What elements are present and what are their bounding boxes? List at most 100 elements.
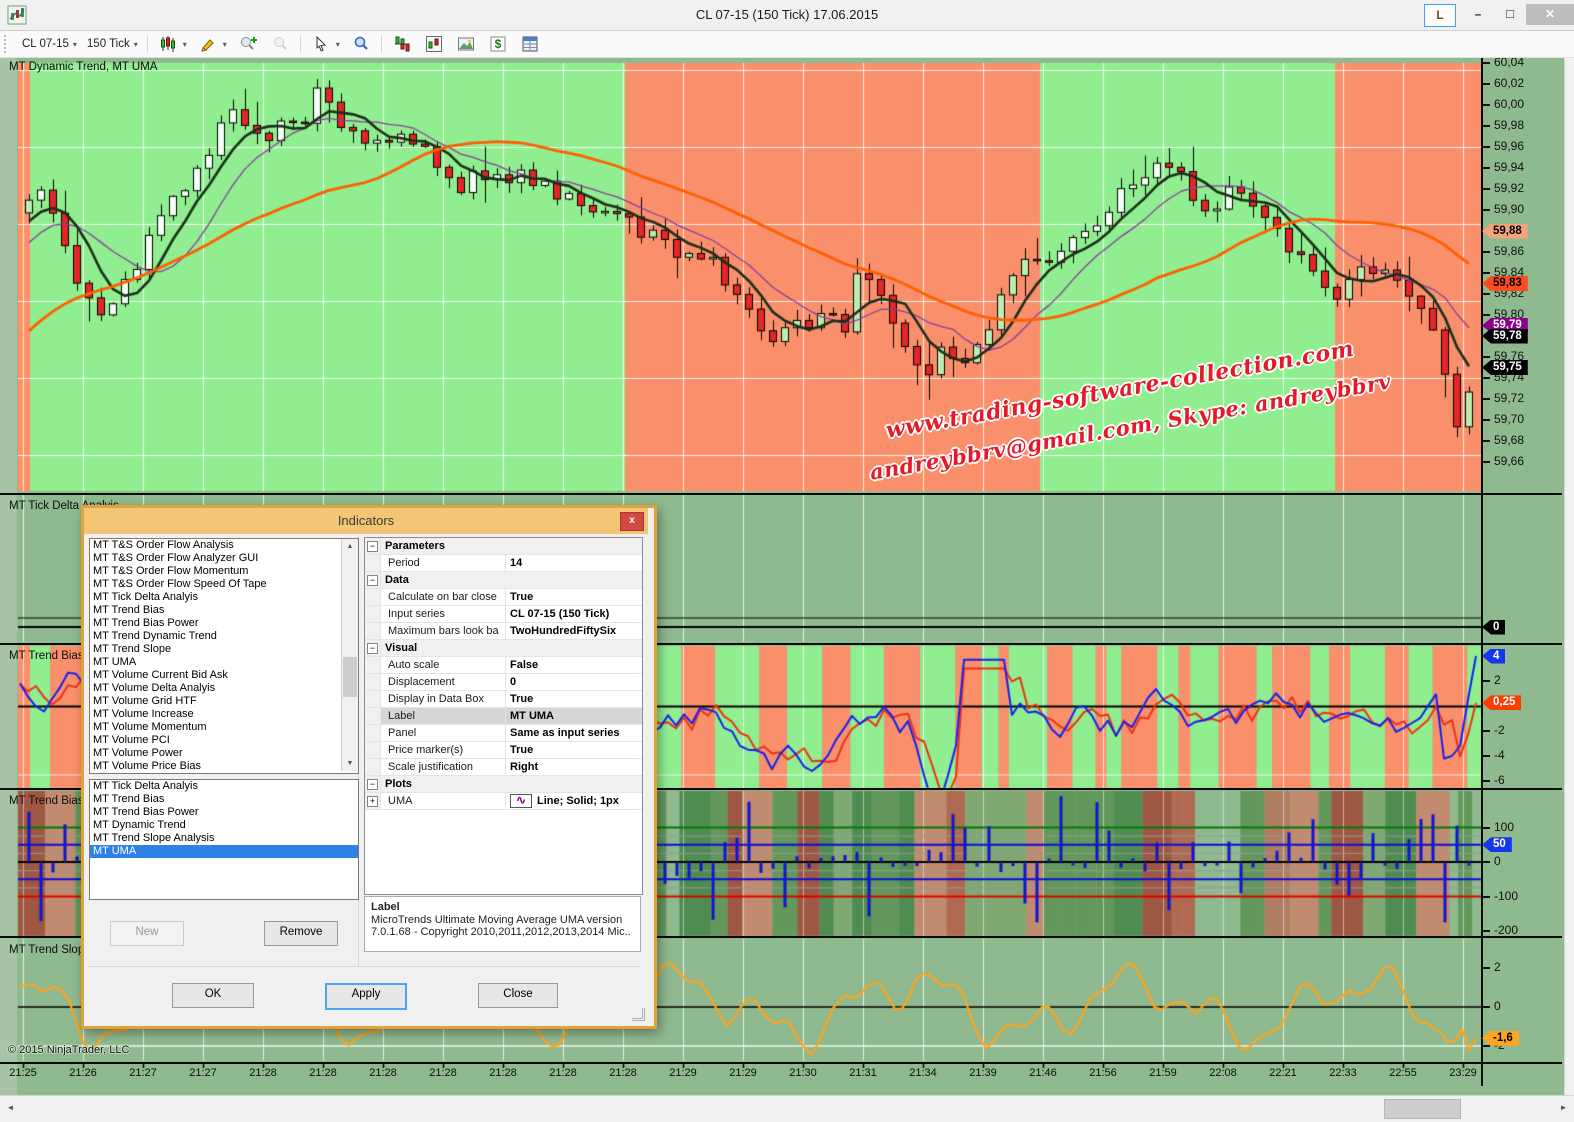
property-value[interactable]: False <box>506 657 642 673</box>
drawing-tools-button[interactable]: ▾ <box>192 33 232 55</box>
grid-section[interactable]: −Data <box>365 572 642 589</box>
list-scrollbar[interactable]: ▲ ▼ <box>341 539 359 771</box>
scrollbar-thumb[interactable] <box>343 657 357 697</box>
vertical-scroll-strip[interactable] <box>1564 57 1574 1095</box>
property-value[interactable]: True <box>506 691 642 707</box>
list-item[interactable]: MT Trend Bias <box>90 793 358 806</box>
property-value[interactable]: True <box>506 589 642 605</box>
resize-grip[interactable] <box>632 1008 645 1021</box>
grid-row[interactable]: Maximum bars look baTwoHundredFiftySix <box>365 623 642 640</box>
list-item[interactable]: MT UMA <box>90 845 358 858</box>
grid-row[interactable]: LabelMT UMA <box>365 708 642 725</box>
grid-row[interactable]: Auto scaleFalse <box>365 657 642 674</box>
scroll-down-arrow[interactable]: ▼ <box>342 756 358 771</box>
list-item[interactable]: MT Volume Delta Analyis <box>90 682 358 695</box>
list-item[interactable]: MT UMA <box>90 656 358 669</box>
maximize-button[interactable]: □ <box>1496 4 1524 25</box>
apply-button[interactable]: Apply <box>325 983 407 1010</box>
configured-indicators-list[interactable]: MT Tick Delta AnalyisMT Trend BiasMT Tre… <box>89 779 359 900</box>
list-item[interactable]: MT Trend Slope <box>90 643 358 656</box>
close-button[interactable]: ✕ <box>1526 4 1574 25</box>
grid-row[interactable]: +UMA∿Line; Solid; 1px <box>365 793 642 810</box>
list-item[interactable]: MT T&S Order Flow Analyzer GUI <box>90 552 358 565</box>
toolbar-separator <box>147 35 148 53</box>
list-item[interactable]: MT Trend Bias <box>90 604 358 617</box>
grid-row[interactable]: PanelSame as input series <box>365 725 642 742</box>
scroll-left-arrow[interactable]: ◄ <box>2 1099 19 1117</box>
zoom-in-button[interactable] <box>232 33 264 55</box>
grid-row[interactable]: Period14 <box>365 555 642 572</box>
property-value[interactable]: ∿Line; Solid; 1px <box>506 793 642 809</box>
expand-icon[interactable]: + <box>367 796 378 807</box>
scrollbar-thumb[interactable] <box>1384 1099 1461 1119</box>
data-box-button[interactable] <box>345 33 377 55</box>
collapse-icon[interactable]: − <box>367 779 378 790</box>
dialog-close-button[interactable]: x <box>620 512 644 531</box>
grid-button[interactable] <box>514 33 546 55</box>
ok-button[interactable]: OK <box>172 983 254 1008</box>
list-item[interactable]: MT Trend Dynamic Trend <box>90 630 358 643</box>
list-item[interactable]: MT Volume PCI <box>90 734 358 747</box>
grid-row[interactable]: Displacement0 <box>365 674 642 691</box>
list-item[interactable]: MT Volume Momentum <box>90 721 358 734</box>
list-item[interactable]: MT Dynamic Trend <box>90 819 358 832</box>
property-value[interactable]: Same as input series <box>506 725 642 741</box>
property-value[interactable]: 0 <box>506 674 642 690</box>
description-line2: 7.0.1.68 - Copyright 2010,2011,2012,2013… <box>371 926 634 938</box>
close-button[interactable]: Close <box>478 983 558 1008</box>
list-item[interactable]: MT Tick Delta Analyis <box>90 780 358 793</box>
list-item[interactable]: MT Trend Bias Power <box>90 617 358 630</box>
list-item[interactable]: MT Volume Power <box>90 747 358 760</box>
grid-row[interactable]: Scale justificationRight <box>365 759 642 776</box>
dialog-titlebar[interactable]: Indicators x <box>84 508 648 534</box>
chart-trader-button[interactable] <box>418 33 450 55</box>
collapse-icon[interactable]: − <box>367 643 378 654</box>
list-item[interactable]: MT Volume Increase <box>90 708 358 721</box>
property-label: Display in Data Box <box>381 691 506 707</box>
grid-row[interactable]: Calculate on bar closeTrue <box>365 589 642 606</box>
grid-section[interactable]: −Plots <box>365 776 642 793</box>
scroll-up-arrow[interactable]: ▲ <box>342 539 358 554</box>
grid-row[interactable]: Input seriesCL 07-15 (150 Tick) <box>365 606 642 623</box>
list-item[interactable]: MT Volume Grid HTF <box>90 695 358 708</box>
minimize-button[interactable]: – <box>1464 4 1492 25</box>
indicator-properties-grid[interactable]: −ParametersPeriod14−DataCalculate on bar… <box>364 537 643 895</box>
zoom-out-button[interactable] <box>264 33 296 55</box>
account-button[interactable]: $ <box>482 33 514 55</box>
instrument-selector[interactable]: CL 07-15 ▾ <box>17 33 82 55</box>
list-item[interactable]: MT Trend Bias Power <box>90 806 358 819</box>
snapshot-button[interactable] <box>450 33 482 55</box>
list-item[interactable]: MT T&S Order Flow Speed Of Tape <box>90 578 358 591</box>
list-item[interactable]: MT Volume Price Bias <box>90 760 358 773</box>
toolbar-grip[interactable] <box>4 35 11 53</box>
list-item[interactable]: MT Trend Slope Analysis <box>90 832 358 845</box>
list-item[interactable]: MT T&S Order Flow Momentum <box>90 565 358 578</box>
grid-row[interactable]: Display in Data BoxTrue <box>365 691 642 708</box>
property-value[interactable]: 14 <box>506 555 642 571</box>
available-indicators-list[interactable]: MT T&S Order Flow AnalysisMT T&S Order F… <box>89 538 359 774</box>
collapse-icon[interactable]: − <box>367 541 378 552</box>
section-label: Visual <box>381 640 417 656</box>
grid-section[interactable]: −Visual <box>365 640 642 657</box>
cursor-button[interactable]: ▾ <box>305 33 345 55</box>
grid-section[interactable]: −Parameters <box>365 538 642 555</box>
property-value[interactable]: MT UMA <box>506 708 642 724</box>
property-value[interactable]: TwoHundredFiftySix <box>506 623 642 639</box>
horizontal-scrollbar[interactable] <box>0 1095 1574 1122</box>
link-button[interactable]: L <box>1424 4 1456 27</box>
property-value[interactable]: CL 07-15 (150 Tick) <box>506 606 642 622</box>
price-axis[interactable] <box>1482 57 1564 1095</box>
chart-style-button[interactable]: ▾ <box>152 33 192 55</box>
list-item[interactable]: MT T&S Order Flow Analysis <box>90 539 358 552</box>
remove-button[interactable]: Remove <box>264 921 338 946</box>
list-item[interactable]: MT Tick Delta Analyis <box>90 591 358 604</box>
grid-row[interactable]: Price marker(s)True <box>365 742 642 759</box>
collapse-icon[interactable]: − <box>367 575 378 586</box>
property-value[interactable]: Right <box>506 759 642 775</box>
bar-analysis-button[interactable] <box>386 33 418 55</box>
list-item[interactable]: MT Volume Current Bid Ask <box>90 669 358 682</box>
interval-selector[interactable]: 150 Tick ▾ <box>82 33 143 55</box>
property-value[interactable]: True <box>506 742 642 758</box>
property-label: Price marker(s) <box>381 742 506 758</box>
scroll-right-arrow[interactable]: ► <box>1555 1099 1572 1117</box>
